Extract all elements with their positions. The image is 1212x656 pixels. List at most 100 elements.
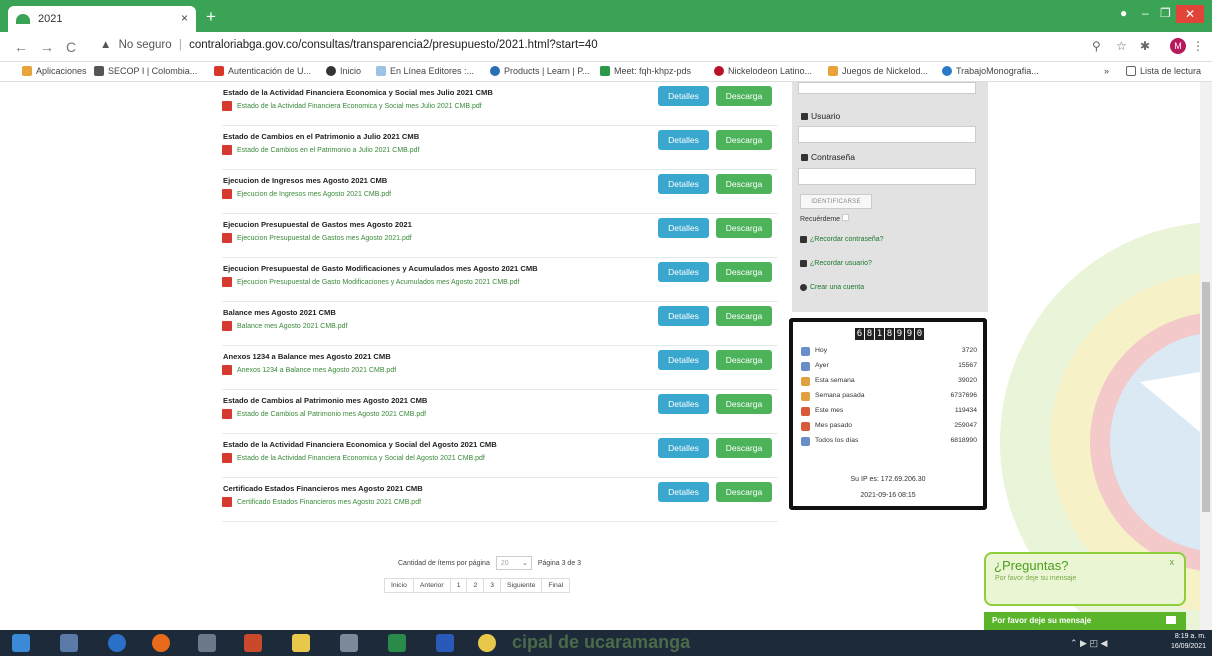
download-button[interactable]: Descarga: [716, 482, 772, 502]
chat-close-icon[interactable]: x: [1170, 557, 1175, 567]
document-file-link[interactable]: Anexos 1234 a Balance mes Agosto 2021 CM…: [222, 365, 396, 375]
forgot-username-link[interactable]: ¿Recordar usuario?: [800, 260, 872, 267]
system-tray-icons[interactable]: ⌃ ▶ ◰ ◀: [1070, 638, 1107, 649]
bookmark-editores[interactable]: En Línea Editores :...: [376, 66, 474, 76]
url-field[interactable]: ▲ No seguro | contraloriabga.gov.co/cons…: [100, 39, 598, 51]
search-field[interactable]: [798, 82, 976, 94]
file-explorer-icon[interactable]: [292, 634, 310, 652]
bookmark-meet[interactable]: Meet: fqh-khpz-pds: [600, 66, 691, 76]
document-title: Estado de Cambios al Patrimonio mes Agos…: [223, 396, 428, 405]
extensions-icon[interactable]: ✱: [1140, 39, 1150, 53]
details-button[interactable]: Detalles: [658, 482, 709, 502]
download-button[interactable]: Descarga: [716, 394, 772, 414]
windows-start-icon[interactable]: [12, 634, 30, 652]
back-button[interactable]: ←: [14, 39, 28, 55]
menu-kebab-icon[interactable]: ⋮: [1192, 39, 1204, 53]
bookmark-autenticacion[interactable]: Autenticación de U...: [214, 66, 311, 76]
counter-digit: 9: [895, 328, 904, 340]
browser-tab[interactable]: 2021 ×: [8, 6, 196, 32]
document-file-link[interactable]: Estado de la Actividad Financiera Econom…: [222, 453, 485, 463]
maximize-icon[interactable]: ❐: [1160, 6, 1171, 20]
page-last[interactable]: Final: [541, 578, 571, 593]
details-button[interactable]: Detalles: [658, 86, 709, 106]
account-dot-icon[interactable]: ●: [1120, 6, 1127, 20]
download-button[interactable]: Descarga: [716, 130, 772, 150]
bookmark-products[interactable]: Products | Learn | P...: [490, 66, 590, 76]
page-2[interactable]: 2: [466, 578, 485, 593]
new-tab-button[interactable]: +: [206, 7, 216, 27]
bookmark-secop[interactable]: SECOP I | Colombia...: [94, 66, 197, 76]
counter-row-icon: [801, 422, 810, 431]
details-button[interactable]: Detalles: [658, 306, 709, 326]
page-first[interactable]: Inicio: [384, 578, 414, 593]
counter-row-icon: [801, 377, 810, 386]
clock[interactable]: 8:19 a. m. 16/09/2021: [1171, 632, 1206, 652]
document-file-link[interactable]: Estado de Cambios en el Patrimonio a Jul…: [222, 145, 420, 155]
details-button[interactable]: Detalles: [658, 130, 709, 150]
document-file-link[interactable]: Ejecucion de Ingresos mes Agosto 2021 CM…: [222, 189, 391, 199]
warning-icon: ▲: [100, 39, 112, 51]
forgot-password-link[interactable]: ¿Recordar contraseña?: [800, 236, 884, 243]
chrome-icon[interactable]: [478, 634, 496, 652]
app-icon[interactable]: [198, 634, 216, 652]
edge-icon[interactable]: [108, 634, 126, 652]
document-file-link[interactable]: Estado de Cambios al Patrimonio mes Agos…: [222, 409, 426, 419]
powerpoint-icon[interactable]: [244, 634, 262, 652]
window-close-icon[interactable]: ✕: [1176, 5, 1204, 23]
document-file-link[interactable]: Ejecucion Presupuestal de Gasto Modifica…: [222, 277, 520, 287]
page-scrollbar[interactable]: [1200, 82, 1212, 630]
username-input[interactable]: [798, 126, 976, 143]
zoom-icon[interactable]: ⚲: [1092, 39, 1101, 53]
bookmark-star-icon[interactable]: ☆: [1116, 39, 1127, 53]
page-1[interactable]: 1: [449, 578, 468, 593]
tab-close-icon[interactable]: ×: [181, 11, 188, 25]
bookmark-inicio[interactable]: Inicio: [326, 66, 361, 76]
bookmark-monografia[interactable]: TrabajoMonografia...: [942, 66, 1039, 76]
details-button[interactable]: Detalles: [658, 438, 709, 458]
download-button[interactable]: Descarga: [716, 438, 772, 458]
remember-me[interactable]: Recuérdeme: [800, 214, 850, 223]
bookmark-juegos[interactable]: Juegos de Nickelod...: [828, 66, 928, 76]
forward-button[interactable]: →: [40, 39, 54, 55]
document-file-link[interactable]: Estado de la Actividad Financiera Econom…: [222, 101, 482, 111]
chat-widget[interactable]: ¿Preguntas? Por favor deje su mensaje x: [984, 552, 1186, 606]
excel-icon[interactable]: [388, 634, 406, 652]
details-button[interactable]: Detalles: [658, 262, 709, 282]
bookmarks-overflow[interactable]: »: [1104, 66, 1109, 76]
download-button[interactable]: Descarga: [716, 306, 772, 326]
items-per-page-select[interactable]: 20 ⌄: [495, 556, 532, 570]
document-file-link[interactable]: Certificado Estados Financieros mes Agos…: [222, 497, 421, 507]
download-button[interactable]: Descarga: [716, 174, 772, 194]
password-input[interactable]: [798, 168, 976, 185]
firefox-icon[interactable]: [152, 634, 170, 652]
task-view-icon[interactable]: [60, 634, 78, 652]
bookmark-nickelodeon[interactable]: Nickelodeon Latino...: [714, 66, 812, 76]
word-icon[interactable]: [436, 634, 454, 652]
download-button[interactable]: Descarga: [716, 350, 772, 370]
details-button[interactable]: Detalles: [658, 174, 709, 194]
login-button[interactable]: IDENTIFICARSE: [800, 194, 872, 209]
details-button[interactable]: Detalles: [658, 218, 709, 238]
minimize-icon[interactable]: –: [1142, 6, 1149, 20]
create-account-link[interactable]: Crear una cuenta: [800, 284, 864, 291]
document-file-link[interactable]: Ejecucion Presupuestal de Gastos mes Ago…: [222, 233, 412, 243]
page-3[interactable]: 3: [483, 578, 502, 593]
bookmark-apps[interactable]: Aplicaciones: [22, 66, 87, 76]
reload-button[interactable]: C: [66, 39, 76, 55]
reading-list[interactable]: Lista de lectura: [1126, 66, 1201, 76]
ip-address: Su IP es: 172.69.206.30: [850, 476, 926, 483]
download-button[interactable]: Descarga: [716, 86, 772, 106]
chat-message-bar[interactable]: Por favor deje su mensaje: [984, 612, 1186, 630]
download-button[interactable]: Descarga: [716, 218, 772, 238]
document-file-link[interactable]: Balance mes Agosto 2021 CMB.pdf: [222, 321, 348, 331]
page-prev[interactable]: Anterior: [412, 578, 451, 593]
profile-avatar[interactable]: M: [1170, 38, 1186, 54]
app-icon-2[interactable]: [340, 634, 358, 652]
scrollbar-thumb[interactable]: [1202, 282, 1210, 512]
download-button[interactable]: Descarga: [716, 262, 772, 282]
document-row: Balance mes Agosto 2021 CMB Balance mes A…: [222, 302, 778, 346]
page-next[interactable]: Siguiente: [500, 578, 543, 593]
details-button[interactable]: Detalles: [658, 394, 709, 414]
details-button[interactable]: Detalles: [658, 350, 709, 370]
remember-checkbox[interactable]: [842, 214, 850, 221]
